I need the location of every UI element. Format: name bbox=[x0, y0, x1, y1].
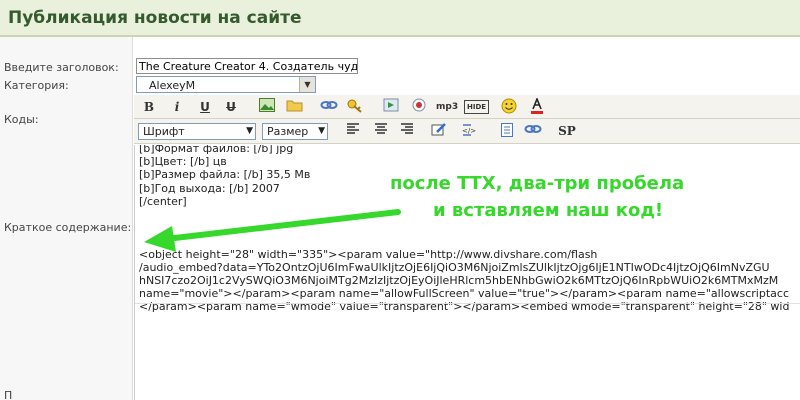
annotation-arrow-icon bbox=[144, 209, 401, 252]
